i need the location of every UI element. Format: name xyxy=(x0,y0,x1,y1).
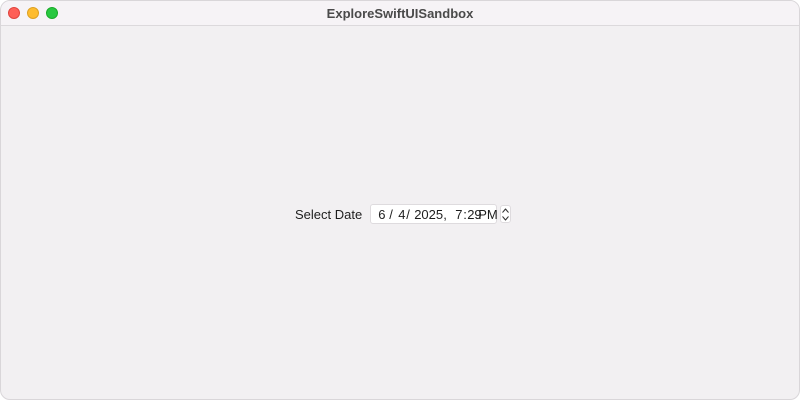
date-time-separator: , xyxy=(443,207,447,222)
title-bar[interactable]: ExploreSwiftUISandbox xyxy=(1,1,799,26)
chevron-down-icon xyxy=(502,215,509,221)
ampm-segment[interactable]: PM xyxy=(478,207,498,222)
month-segment[interactable]: 6 xyxy=(378,207,385,222)
date-stepper[interactable] xyxy=(500,205,512,223)
year-segment[interactable]: 2025 xyxy=(414,207,443,222)
date-separator: / xyxy=(406,207,410,222)
chevron-up-icon xyxy=(502,207,509,213)
content-area: Select Date 6 / 4 / 2025 , 7 : 29 PM xyxy=(1,26,799,399)
date-picker-label: Select Date xyxy=(295,206,363,222)
window-title: ExploreSwiftUISandbox xyxy=(326,6,474,21)
date-picker: Select Date 6 / 4 / 2025 , 7 : 29 PM xyxy=(295,204,512,224)
date-time-field[interactable]: 6 / 4 / 2025 , 7 : 29 PM xyxy=(370,204,498,224)
stepper-down-button[interactable] xyxy=(501,214,510,222)
app-window: ExploreSwiftUISandbox Select Date 6 / 4 … xyxy=(0,0,800,400)
stepper-up-button[interactable] xyxy=(501,206,510,214)
day-segment[interactable]: 4 xyxy=(398,207,405,222)
date-separator: / xyxy=(389,207,393,222)
hour-segment[interactable]: 7 xyxy=(455,207,462,222)
